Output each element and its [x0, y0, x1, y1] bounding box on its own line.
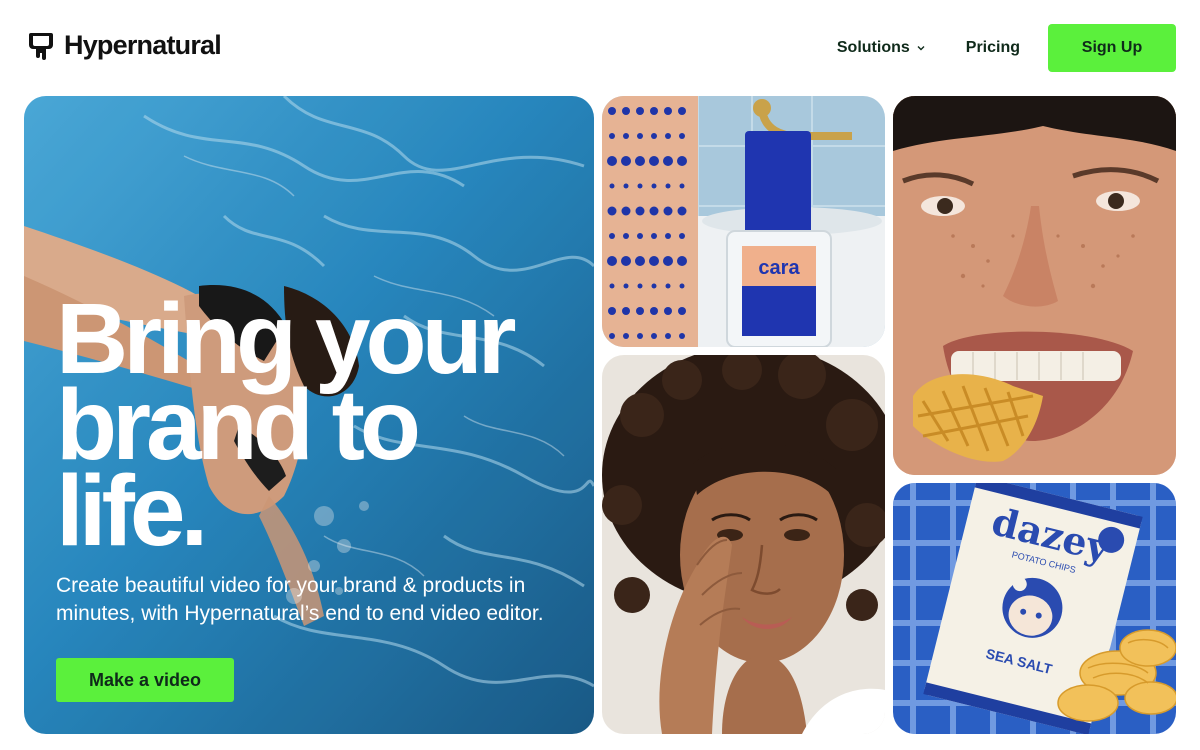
chips-bag-image: dazey POTATO CHIPS SEA SALT: [893, 483, 1176, 734]
chips-bag-graphic: dazey POTATO CHIPS SEA SALT: [893, 483, 1176, 734]
hero-subtitle: Create beautiful video for your brand & …: [56, 574, 544, 625]
brand-name: Hypernatural: [64, 30, 222, 60]
nav-solutions-label: Solutions: [836, 39, 910, 56]
hero-tile: Bring your brand to life. Create beautif…: [24, 96, 594, 734]
skincare-portrait-graphic: [602, 355, 885, 734]
skincare-portrait-image: [602, 355, 885, 734]
nav-pricing[interactable]: Pricing: [966, 39, 1020, 57]
chip-bite-portrait-image: [893, 96, 1176, 475]
hero-title: Bring your brand to life.: [56, 289, 576, 561]
brand-logo-link[interactable]: Hypernatural: [28, 30, 222, 61]
chevron-down-icon: [917, 46, 925, 51]
perfume-bottle-graphic: cara: [602, 96, 885, 347]
bottle-label: cara: [758, 257, 800, 279]
site-header: Hypernatural Solutions Pricing Sign Up: [0, 0, 1200, 96]
drip-shield-icon: [29, 32, 53, 60]
perfume-bottle-image: cara: [602, 96, 885, 347]
signup-button[interactable]: Sign Up: [1048, 24, 1176, 72]
main-nav: Solutions Pricing Sign Up: [837, 24, 1176, 72]
hero-content: Bring your brand to life. Create beautif…: [56, 289, 576, 628]
chip-bite-portrait-graphic: [893, 96, 1176, 475]
make-video-button[interactable]: Make a video: [56, 658, 234, 702]
nav-solutions[interactable]: Solutions: [837, 39, 926, 57]
